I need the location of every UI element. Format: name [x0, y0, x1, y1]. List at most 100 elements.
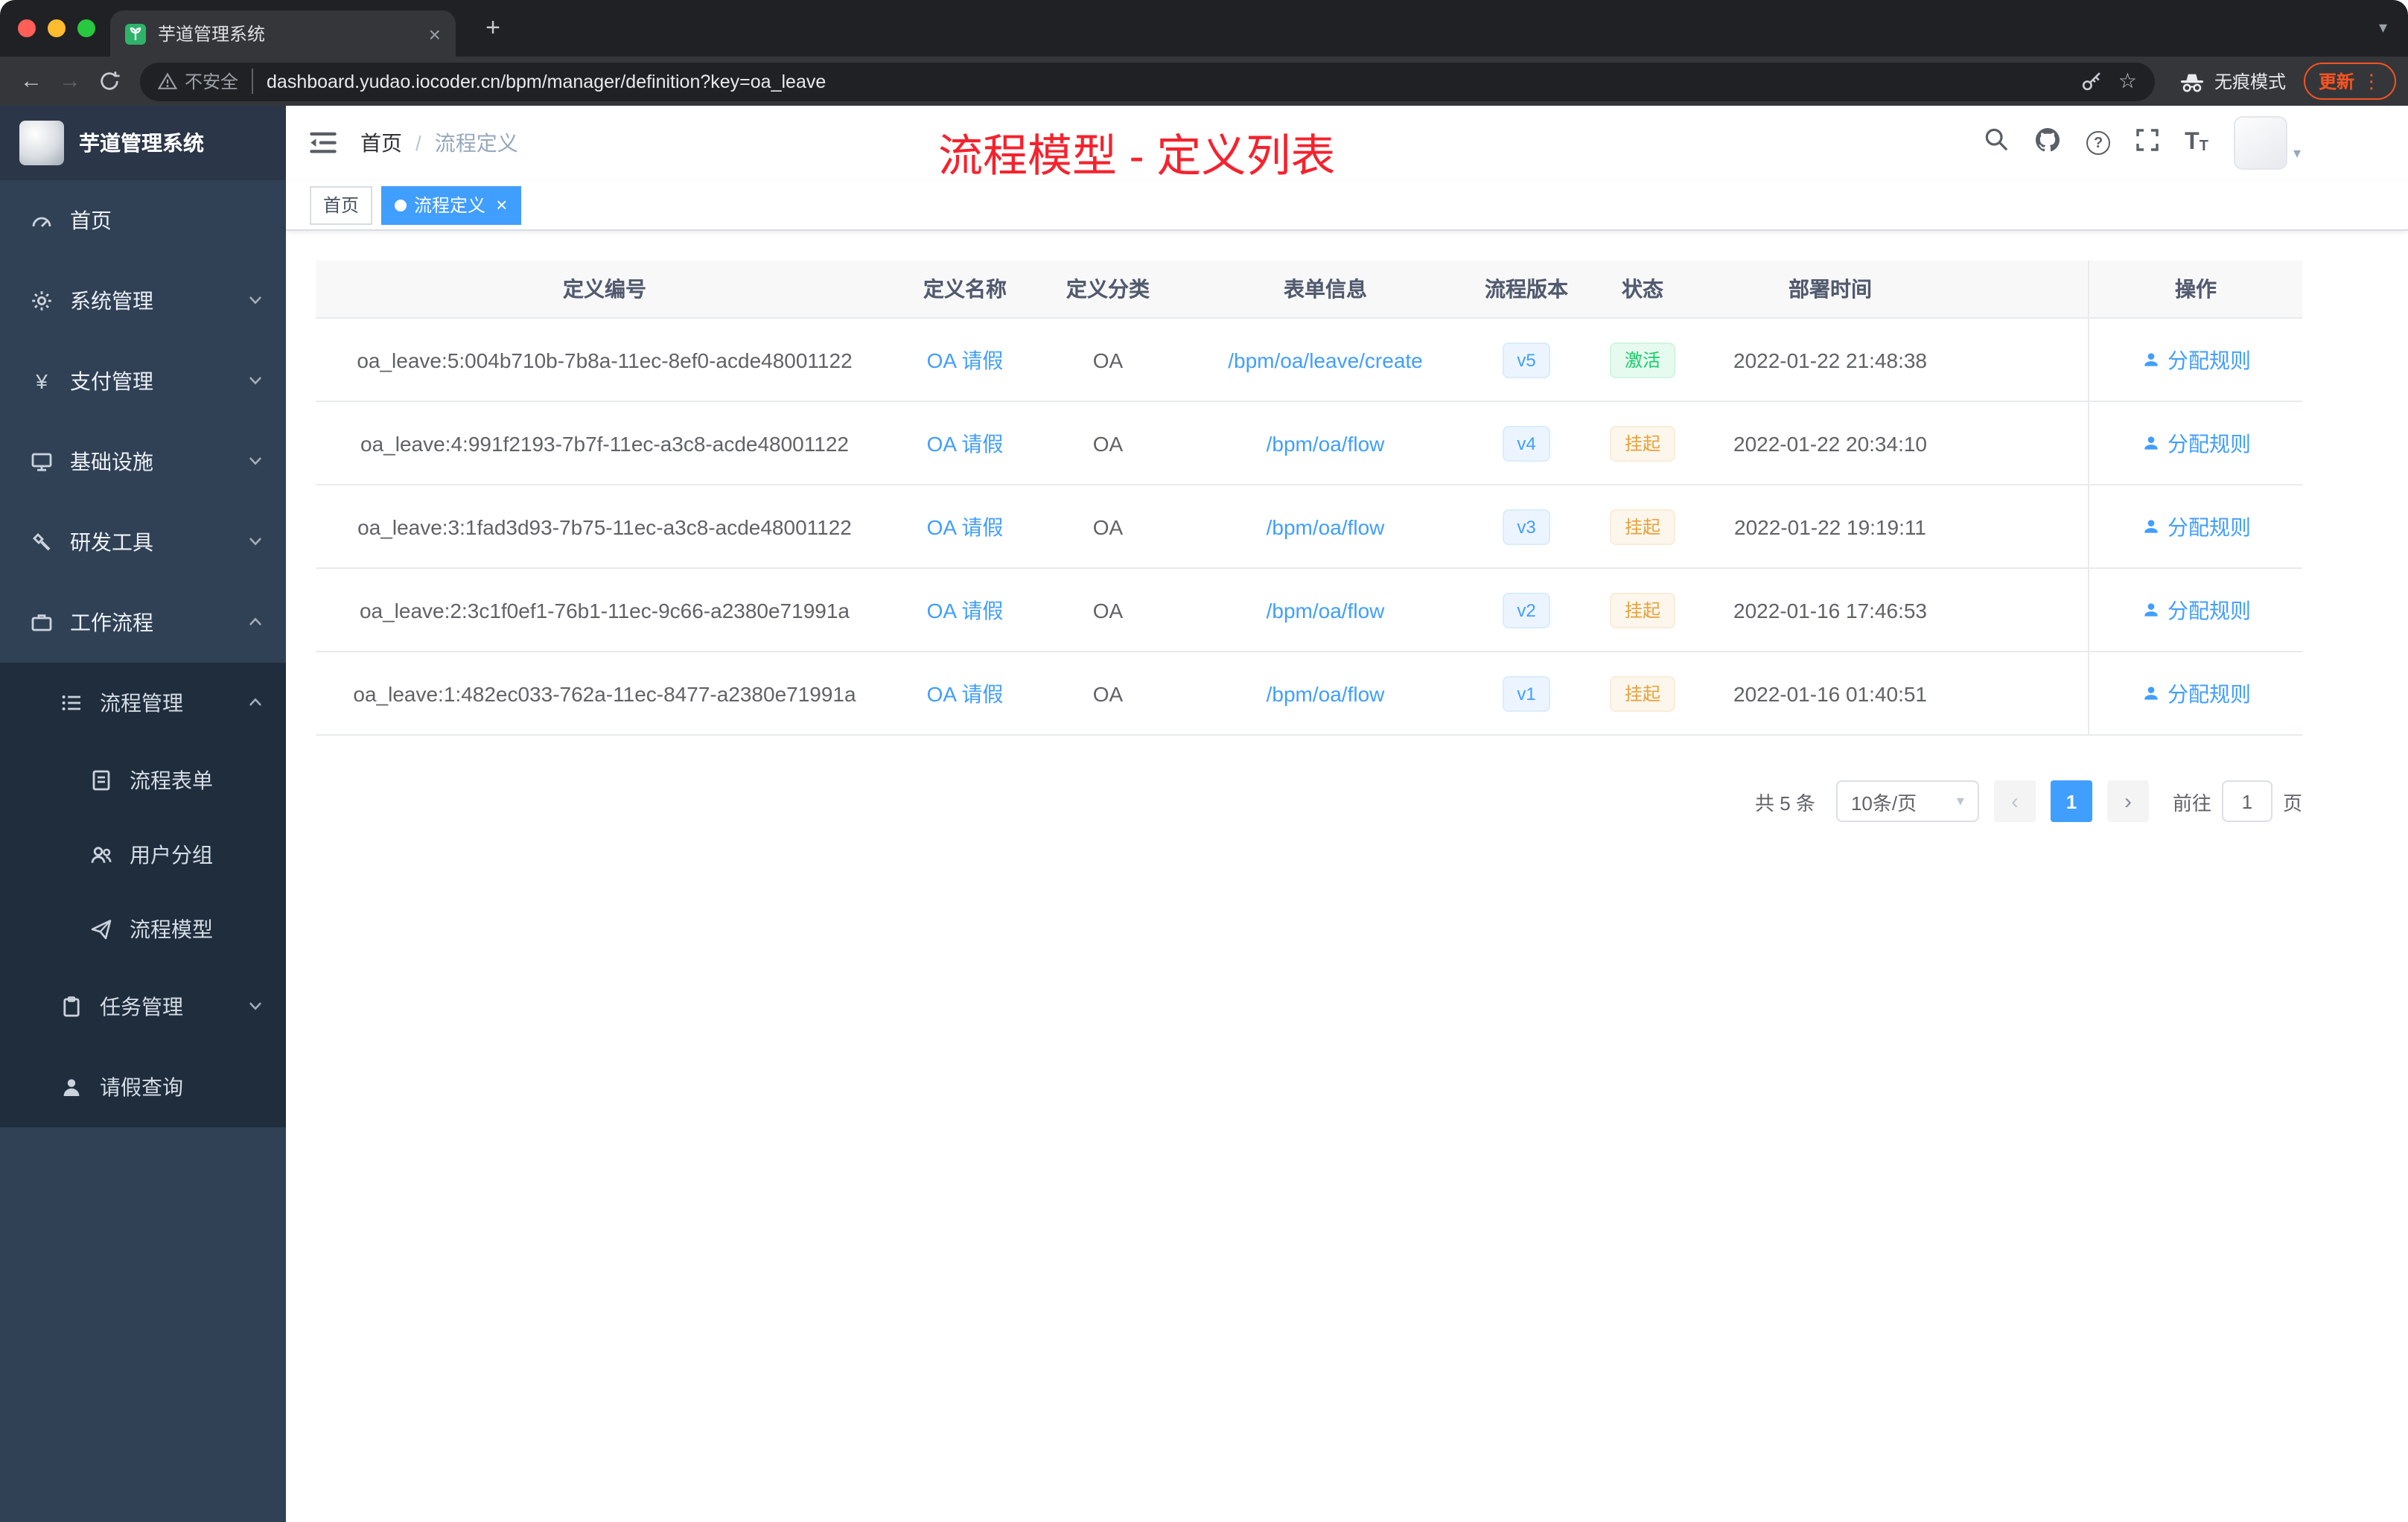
url-text[interactable]: dashboard.yudao.iocoder.cn/bpm/manager/d…	[267, 71, 2069, 92]
assign-rule-link[interactable]: 分配规则	[2141, 595, 2251, 625]
briefcase-icon	[30, 611, 54, 634]
active-dot	[395, 199, 407, 211]
column-header: 操作	[2088, 261, 2302, 317]
assign-rule-link[interactable]: 分配规则	[2141, 345, 2251, 375]
browser-menu-icon[interactable]: ⋮	[2362, 69, 2381, 93]
assign-rule-link[interactable]: 分配规则	[2141, 512, 2251, 541]
definition-name-link[interactable]: OA 请假	[927, 512, 1004, 541]
form-link[interactable]: /bpm/oa/flow	[1267, 431, 1385, 455]
font-size-icon[interactable]: TT	[2185, 130, 2208, 155]
page-size-select[interactable]: 10条/页 ▾	[1835, 780, 1979, 822]
hamburger-icon[interactable]	[310, 131, 337, 155]
update-button[interactable]: 更新 ⋮	[2303, 63, 2396, 100]
browser-tab[interactable]: 芋道管理系统 ×	[110, 10, 456, 57]
sidebar-item-workflow[interactable]: 工作流程	[0, 582, 286, 663]
tab-search-caret-icon[interactable]: ▾	[2379, 18, 2387, 37]
person-icon	[2144, 520, 2157, 533]
cell-filler	[1957, 652, 2088, 734]
table-row: oa_leave:5:004b710b-7b8a-11ec-8ef0-acde4…	[316, 319, 2302, 402]
tag-home[interactable]: 首页	[310, 185, 373, 224]
form-link[interactable]: /bpm/oa/flow	[1267, 598, 1385, 622]
sidebar-item-infrastructure[interactable]: 基础设施	[0, 421, 286, 502]
version-tag: v2	[1502, 592, 1551, 628]
sidebar-item-label: 流程表单	[130, 768, 213, 792]
incognito-label: 无痕模式	[2214, 71, 2286, 92]
minimize-window-button[interactable]	[48, 19, 66, 37]
breadcrumb-home[interactable]: 首页	[360, 128, 402, 158]
sidebar-item-payment[interactable]: ¥ 支付管理	[0, 341, 286, 421]
tab-close-icon[interactable]: ×	[429, 23, 441, 44]
definition-name-link[interactable]: OA 请假	[927, 428, 1004, 458]
address-bar[interactable]: 不安全 dashboard.yudao.iocoder.cn/bpm/manag…	[140, 62, 2155, 101]
chevron-down-icon	[247, 995, 264, 1019]
tag-close-icon[interactable]: ×	[496, 195, 507, 214]
search-icon[interactable]	[1984, 127, 2009, 159]
cell-filler	[1957, 569, 2088, 651]
column-header: 表单信息	[1179, 261, 1471, 317]
column-header: 部署时间	[1704, 261, 1957, 317]
key-icon[interactable]	[2081, 70, 2103, 92]
cell-category: OA	[1092, 431, 1124, 455]
back-button[interactable]: ←	[12, 62, 51, 101]
users-icon	[89, 843, 113, 867]
sidebar-item-user-group[interactable]: 用户分组	[0, 818, 286, 892]
zoom-window-button[interactable]	[77, 19, 95, 37]
fullscreen-icon[interactable]	[2135, 127, 2159, 159]
person-icon	[2144, 687, 2157, 700]
security-status[interactable]: 不安全	[158, 69, 254, 94]
version-tag: v1	[1502, 675, 1551, 711]
cell-category: OA	[1092, 348, 1124, 372]
assign-rule-link[interactable]: 分配规则	[2141, 678, 2251, 708]
user-avatar[interactable]	[2233, 116, 2287, 170]
page-number-1[interactable]: 1	[2050, 780, 2092, 822]
document-icon	[89, 768, 113, 792]
github-icon[interactable]	[2034, 126, 2061, 160]
prev-page-button[interactable]: ‹	[1993, 780, 2036, 822]
table-row: oa_leave:1:482ec033-762a-11ec-8477-a2380…	[316, 652, 2302, 736]
sidebar-item-process-form[interactable]: 流程表单	[0, 743, 286, 818]
cell-definition-id: oa_leave:5:004b710b-7b8a-11ec-8ef0-acde4…	[357, 348, 853, 372]
sidebar-item-system[interactable]: 系统管理	[0, 261, 286, 341]
sidebar-item-leave-query[interactable]: 请假查询	[0, 1047, 286, 1127]
definition-name-link[interactable]: OA 请假	[927, 345, 1004, 375]
person-icon	[2144, 436, 2157, 450]
definition-name-link[interactable]: OA 请假	[927, 678, 1004, 708]
form-link[interactable]: /bpm/oa/flow	[1267, 515, 1385, 538]
sidebar-item-home[interactable]: 首页	[0, 180, 286, 261]
tag-process-definition[interactable]: 流程定义 ×	[381, 185, 521, 224]
help-icon[interactable]: ?	[2086, 131, 2111, 155]
form-link[interactable]: /bpm/oa/leave/create	[1228, 348, 1423, 372]
forward-button[interactable]: →	[51, 62, 89, 101]
column-header: 定义分类	[1036, 261, 1179, 317]
table-row: oa_leave:3:1fad3d93-7b75-11ec-a3c8-acde4…	[316, 485, 2302, 569]
sidebar-item-label: 请假查询	[100, 1075, 183, 1099]
new-tab-button[interactable]: +	[477, 12, 509, 45]
sidebar-item-task-management[interactable]: 任务管理	[0, 967, 286, 1047]
sidebar-item-devtools[interactable]: 研发工具	[0, 502, 286, 582]
main-content: 定义编号 定义名称 定义分类 表单信息 流程版本 状态 部署时间 操作 oa_l…	[286, 231, 2408, 1522]
definition-name-link[interactable]: OA 请假	[927, 595, 1004, 625]
tab-strip: 芋道管理系统 × + ▾	[0, 0, 2408, 57]
security-label: 不安全	[185, 71, 239, 92]
logo-image	[19, 121, 64, 165]
paper-plane-icon	[89, 917, 113, 941]
cell-definition-id: oa_leave:4:991f2193-7b7f-11ec-a3c8-acde4…	[360, 431, 849, 455]
sidebar-logo[interactable]: 芋道管理系统	[0, 106, 286, 180]
form-link[interactable]: /bpm/oa/flow	[1267, 681, 1385, 705]
sidebar-item-process-model[interactable]: 流程模型	[0, 892, 286, 967]
next-page-button[interactable]: ›	[2106, 780, 2149, 822]
cell-category: OA	[1092, 598, 1124, 622]
bookmark-star-icon[interactable]: ☆	[2118, 69, 2137, 94]
pagination-total: 共 5 条	[1755, 792, 1815, 814]
reload-button[interactable]	[89, 62, 128, 101]
sidebar-item-process-management[interactable]: 流程管理	[0, 663, 286, 743]
warning-icon	[158, 72, 177, 89]
list-icon	[60, 691, 83, 715]
close-window-button[interactable]	[18, 19, 36, 37]
user-menu[interactable]: ▾	[2233, 116, 2301, 170]
sidebar-item-label: 用户分组	[130, 843, 213, 867]
assign-rule-link[interactable]: 分配规则	[2141, 428, 2251, 458]
goto-page-input[interactable]: 1	[2221, 780, 2272, 822]
status-tag: 挂起	[1609, 425, 1675, 461]
dashboard-icon	[30, 208, 54, 232]
